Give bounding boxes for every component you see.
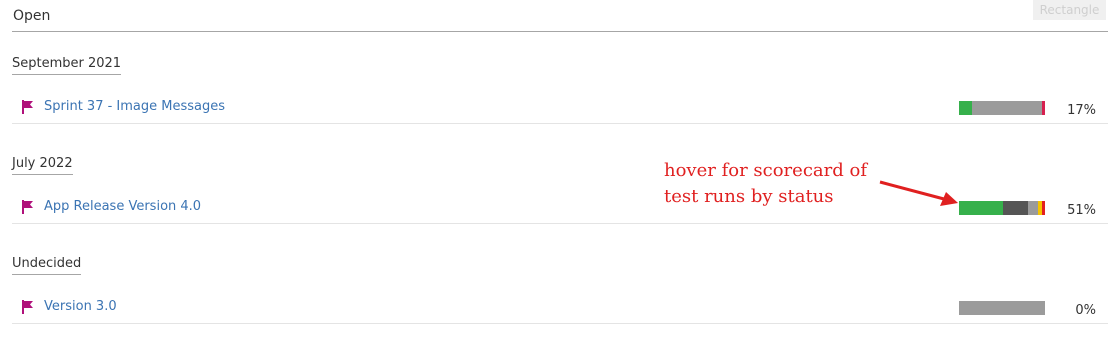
milestone-link[interactable]: Sprint 37 - Image Messages xyxy=(44,99,225,114)
milestone-link[interactable]: App Release Version 4.0 xyxy=(44,199,201,214)
annotation-arrow-icon xyxy=(879,180,958,206)
group-heading-undecided: Undecided xyxy=(12,256,82,275)
progress-segment xyxy=(1042,101,1045,115)
milestone-link[interactable]: Version 3.0 xyxy=(44,299,117,314)
progress-segment xyxy=(959,201,1003,215)
list-item: Sprint 37 - Image Messages 17% xyxy=(12,91,1108,124)
annotation-line-2: test runs by status xyxy=(664,186,834,207)
flag-icon xyxy=(22,200,33,214)
rectangle-shape-label: Rectangle xyxy=(1033,0,1106,20)
progress-segment xyxy=(959,301,1045,315)
status-progress-bar[interactable] xyxy=(959,101,1045,115)
percent-complete: 51% xyxy=(1067,203,1096,218)
percent-complete: 0% xyxy=(1075,303,1096,318)
group-heading-september-2021: September 2021 xyxy=(12,56,122,75)
group-heading-july-2022: July 2022 xyxy=(12,156,73,175)
progress-segment xyxy=(1041,201,1045,215)
progress-segment xyxy=(1027,201,1039,215)
annotation-text: hover for scorecard of test runs by stat… xyxy=(664,158,867,210)
list-item: Version 3.0 0% xyxy=(12,291,1108,324)
flag-icon xyxy=(22,100,33,114)
progress-segment xyxy=(1002,201,1028,215)
percent-complete: 17% xyxy=(1067,103,1096,118)
flag-icon xyxy=(22,300,33,314)
status-progress-bar[interactable] xyxy=(959,301,1045,315)
progress-segment xyxy=(971,101,1043,115)
annotation-line-1: hover for scorecard of xyxy=(664,160,867,181)
progress-segment xyxy=(959,101,972,115)
section-title: Open xyxy=(13,8,51,24)
status-progress-bar[interactable] xyxy=(959,201,1045,215)
section-header: Open Rectangle xyxy=(12,0,1108,32)
